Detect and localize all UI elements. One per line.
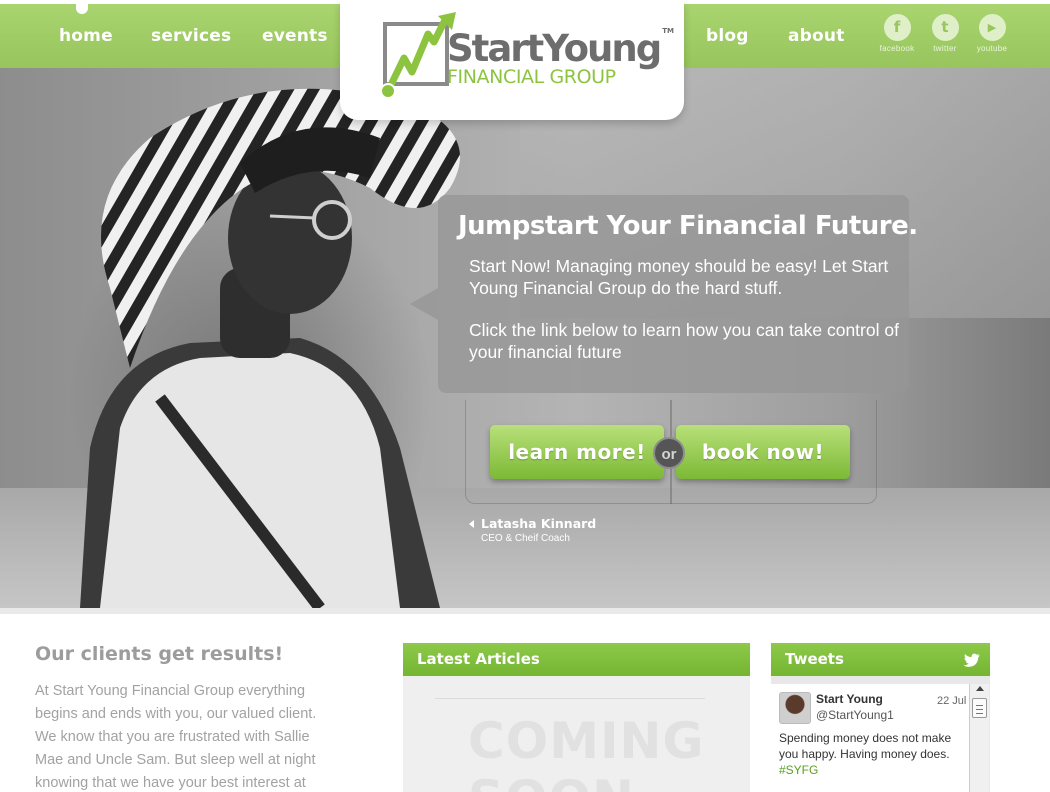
tweet-item[interactable]: Start Young @StartYoung1 22 Jul Spending… bbox=[771, 684, 969, 792]
hero-title: Jumpstart Your Financial Future. bbox=[458, 211, 918, 241]
avatar bbox=[779, 692, 811, 724]
hero-paragraph-1: Start Now! Managing money should be easy… bbox=[469, 256, 889, 298]
twitter-link[interactable]: t twitter bbox=[922, 14, 968, 53]
logo-wordmark: StartYoung TM bbox=[447, 27, 674, 70]
tweet-body: Spending money does not make you happy. … bbox=[779, 731, 952, 761]
section-divider bbox=[0, 608, 1050, 614]
scroll-up-arrow-icon[interactable] bbox=[976, 686, 984, 691]
twitter-label: twitter bbox=[933, 44, 957, 53]
tweet-author-name: Start Young bbox=[816, 692, 883, 706]
facebook-link[interactable]: f facebook bbox=[874, 14, 920, 53]
latest-articles-panel: COMING SOON bbox=[403, 676, 750, 792]
nav-services-link[interactable]: services bbox=[151, 26, 231, 46]
logo-chart-icon bbox=[380, 12, 456, 99]
book-now-button[interactable]: book now! bbox=[676, 425, 850, 479]
hero-speech-bubble: Jumpstart Your Financial Future. Start N… bbox=[438, 195, 918, 393]
facebook-icon: f bbox=[883, 14, 911, 41]
person-role: CEO & Cheif Coach bbox=[481, 533, 570, 544]
tweet-author-handle: @StartYoung1 bbox=[816, 708, 894, 722]
tweets-panel: Start Young @StartYoung1 22 Jul Spending… bbox=[771, 676, 990, 792]
nav-blog-link[interactable]: blog bbox=[706, 26, 749, 46]
youtube-label: youtube bbox=[976, 44, 1008, 53]
tweet-date: 22 Jul bbox=[937, 695, 967, 707]
nav-events-link[interactable]: events bbox=[262, 26, 328, 46]
logo-subtitle: FINANCIAL GROUP bbox=[447, 66, 616, 88]
tweet-text: Spending money does not make you happy. … bbox=[779, 730, 965, 778]
tweets-scrollbar[interactable] bbox=[969, 684, 989, 792]
coming-soon-placeholder: COMING SOON bbox=[468, 712, 705, 792]
nav-about-link[interactable]: about bbox=[788, 26, 845, 46]
clients-heading: Our clients get results! bbox=[35, 643, 284, 665]
logo-trademark: TM bbox=[662, 27, 674, 35]
youtube-icon: ▶ bbox=[978, 14, 1006, 41]
logo-name-text: StartYoung bbox=[447, 27, 662, 70]
scroll-thumb[interactable] bbox=[972, 698, 987, 718]
twitter-bird-icon bbox=[963, 653, 980, 667]
clients-paragraph: At Start Young Financial Group everythin… bbox=[35, 683, 317, 791]
facebook-label: facebook bbox=[879, 44, 915, 53]
tweet-hashtag-link[interactable]: #SYFG bbox=[779, 763, 818, 777]
youtube-link[interactable]: ▶ youtube bbox=[969, 14, 1015, 53]
logo-link[interactable]: StartYoung TM FINANCIAL GROUP bbox=[340, 0, 684, 120]
tweets-heading: Tweets bbox=[771, 643, 990, 676]
active-indicator bbox=[76, 4, 88, 14]
person-name: Latasha Kinnard bbox=[481, 516, 597, 531]
caret-left-icon bbox=[469, 520, 474, 528]
speech-bubble-tail bbox=[410, 288, 438, 320]
hero-person-photo bbox=[80, 88, 460, 608]
hero-banner: Jumpstart Your Financial Future. Start N… bbox=[0, 68, 1050, 608]
learn-more-button[interactable]: learn more! bbox=[490, 425, 664, 479]
or-separator: or bbox=[653, 437, 685, 469]
twitter-icon: t bbox=[931, 14, 959, 41]
latest-articles-heading: Latest Articles bbox=[403, 643, 750, 676]
nav-home-link[interactable]: home bbox=[59, 26, 113, 46]
hero-paragraph-2: Click the link below to learn how you ca… bbox=[469, 320, 899, 362]
tweets-heading-label: Tweets bbox=[785, 650, 844, 668]
